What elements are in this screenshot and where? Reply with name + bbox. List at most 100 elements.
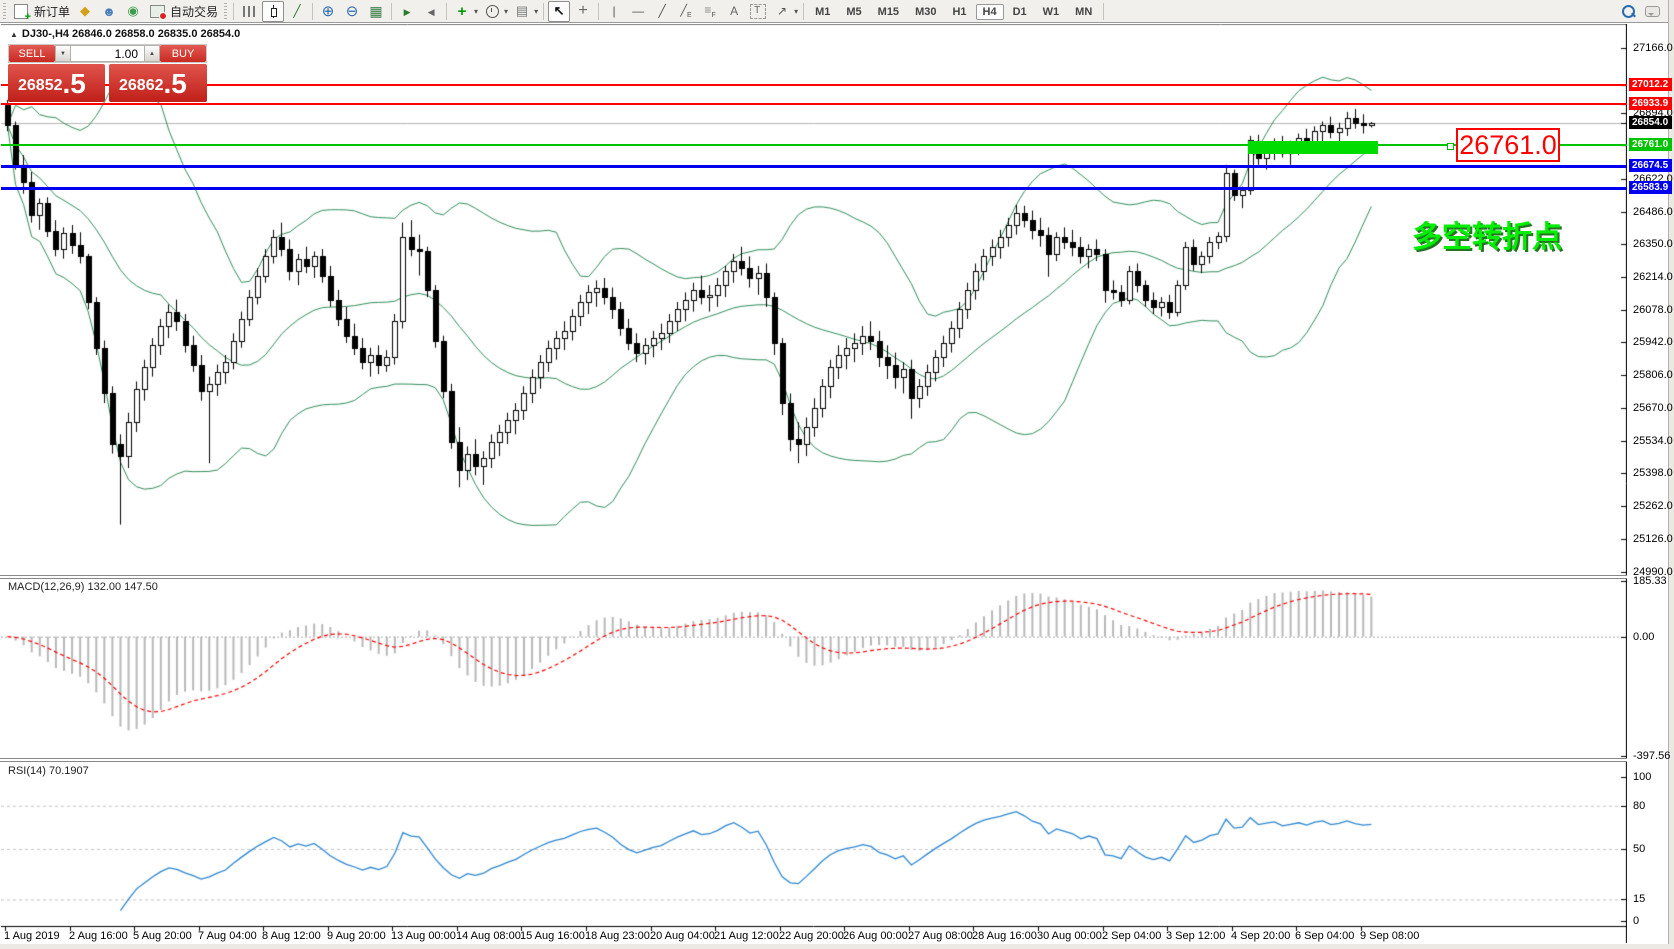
horizontal-line-button[interactable] — [627, 1, 649, 22]
cursor-icon — [554, 3, 565, 19]
search-button[interactable] — [1617, 1, 1639, 22]
separator — [543, 3, 544, 20]
horizontal-line-26761[interactable] — [1, 144, 1627, 146]
bar-chart-icon — [243, 6, 255, 17]
price-chart-canvas[interactable] — [1, 24, 1627, 944]
time-tick: 3 Sep 12:00 — [1166, 930, 1225, 942]
sell-price-panel[interactable]: 26852.5 — [8, 64, 105, 102]
vertical-line-button[interactable] — [603, 1, 625, 22]
timeframe-m30[interactable]: M30 — [908, 4, 943, 20]
volume-down-button[interactable]: ▼ — [55, 45, 71, 62]
templates-button[interactable] — [511, 1, 533, 22]
tile-windows-button[interactable] — [365, 1, 387, 22]
sell-button[interactable]: SELL — [9, 45, 55, 62]
periods-button[interactable] — [481, 1, 503, 22]
time-tick: 20 Aug 04:00 — [650, 930, 715, 942]
one-click-trading-panel: SELL ▼ ▲ BUY 26852.5 26862.5 — [8, 44, 207, 102]
templates-dropdown[interactable]: ▾ — [534, 7, 538, 16]
arrows-button[interactable] — [771, 1, 793, 22]
buy-button[interactable]: BUY — [160, 45, 206, 62]
indicators-dropdown[interactable]: ▾ — [474, 7, 478, 16]
buy-price-panel[interactable]: 26862.5 — [109, 64, 207, 102]
timeframe-m5[interactable]: M5 — [839, 4, 868, 20]
cursor-button[interactable] — [548, 1, 570, 22]
zoom-out-button[interactable] — [341, 1, 363, 22]
price-tick: 26486.0 — [1633, 206, 1673, 218]
time-tick: 27 Aug 08:00 — [908, 930, 973, 942]
candlestick-chart-button[interactable] — [262, 1, 284, 22]
sell-price-main: 26852 — [18, 73, 63, 99]
separator — [446, 3, 447, 20]
crosshair-button[interactable] — [572, 1, 594, 22]
new-order-icon — [14, 4, 28, 19]
time-tick: 1 Aug 2019 — [4, 930, 60, 942]
price-annotation-box[interactable]: 26761.0 — [1456, 128, 1560, 162]
price-tick: 25262.0 — [1633, 500, 1673, 512]
volume-up-button[interactable]: ▲ — [144, 45, 160, 62]
fibonacci-icon — [704, 3, 715, 19]
chat-button[interactable] — [1641, 1, 1663, 22]
templates-icon — [516, 3, 528, 19]
text-label-button[interactable]: T — [747, 1, 769, 22]
zoom-in-icon — [322, 2, 335, 20]
time-tick: 4 Sep 20:00 — [1231, 930, 1290, 942]
timeframe-h4[interactable]: H4 — [976, 4, 1004, 20]
timeframe-h1[interactable]: H1 — [945, 4, 973, 20]
signals-button[interactable] — [122, 1, 144, 22]
trendline-button[interactable] — [651, 1, 673, 22]
one-click-toggle-icon[interactable]: ▲ — [10, 30, 18, 39]
toolbar-grip[interactable] — [224, 3, 227, 19]
timeframe-d1[interactable]: D1 — [1006, 4, 1034, 20]
price-tag-26854.0: 26854.0 — [1629, 116, 1672, 129]
sell-price-frac: .5 — [63, 69, 86, 99]
time-tick: 14 Aug 08:00 — [456, 930, 521, 942]
timeframe-w1[interactable]: W1 — [1036, 4, 1067, 20]
time-tick: 26 Aug 00:00 — [843, 930, 908, 942]
bar-chart-button[interactable] — [238, 1, 260, 22]
vertical-line-icon — [613, 4, 616, 18]
toolbar: 新订单 自动交易 ▾ ▾ ▾ T ▾ M1M5M15M30H1H4D1W1 — [0, 0, 1674, 23]
arrows-dropdown[interactable]: ▾ — [794, 7, 798, 16]
price-tick: 26350.0 — [1633, 238, 1673, 250]
channel-button[interactable] — [675, 1, 697, 22]
new-order-button[interactable] — [10, 1, 32, 22]
new-order-label[interactable]: 新订单 — [34, 3, 70, 20]
person-icon — [102, 4, 116, 19]
timeframe-mn[interactable]: MN — [1068, 4, 1099, 20]
chart-shift-button[interactable] — [420, 1, 442, 22]
zoom-in-button[interactable] — [317, 1, 339, 22]
rsi-panel-splitter[interactable] — [0, 758, 1627, 762]
rsi-tick: 50 — [1633, 843, 1645, 855]
auto-scroll-button[interactable] — [396, 1, 418, 22]
macd-panel-splitter[interactable] — [0, 575, 1627, 579]
time-tick: 30 Aug 00:00 — [1037, 930, 1102, 942]
horizontal-line-26583.9[interactable] — [1, 187, 1627, 190]
horizontal-line-26933.9[interactable] — [1, 103, 1627, 105]
navigator-button[interactable] — [98, 1, 120, 22]
horizontal-line-26674.5[interactable] — [1, 165, 1627, 168]
line-chart-button[interactable] — [286, 1, 308, 22]
volume-input[interactable] — [71, 45, 144, 62]
quotes-button[interactable] — [74, 1, 96, 22]
timeframe-m15[interactable]: M15 — [871, 4, 906, 20]
time-tick: 28 Aug 16:00 — [972, 930, 1037, 942]
timeframe-m1[interactable]: M1 — [808, 4, 837, 20]
fibonacci-button[interactable] — [699, 1, 721, 22]
time-tick: 5 Aug 20:00 — [133, 930, 192, 942]
autotrading-label[interactable]: 自动交易 — [170, 3, 218, 20]
indicators-button[interactable] — [451, 1, 473, 22]
trendline-icon — [658, 4, 665, 18]
text-button[interactable] — [723, 1, 745, 22]
price-tick: 25534.0 — [1633, 435, 1673, 447]
turning-point-text[interactable]: 多空转折点 — [1412, 212, 1562, 256]
autotrading-button[interactable] — [146, 1, 168, 22]
periods-dropdown[interactable]: ▾ — [504, 7, 508, 16]
highlight-zone[interactable] — [1248, 141, 1378, 154]
line-handle[interactable] — [1447, 143, 1454, 150]
indicators-icon — [458, 3, 467, 20]
horizontal-line-27012.2[interactable] — [1, 84, 1627, 86]
toolbar-grip[interactable] — [3, 3, 6, 19]
time-tick: 13 Aug 00:00 — [391, 930, 456, 942]
time-tick: 22 Aug 20:00 — [779, 930, 844, 942]
price-tick: 25806.0 — [1633, 369, 1673, 381]
